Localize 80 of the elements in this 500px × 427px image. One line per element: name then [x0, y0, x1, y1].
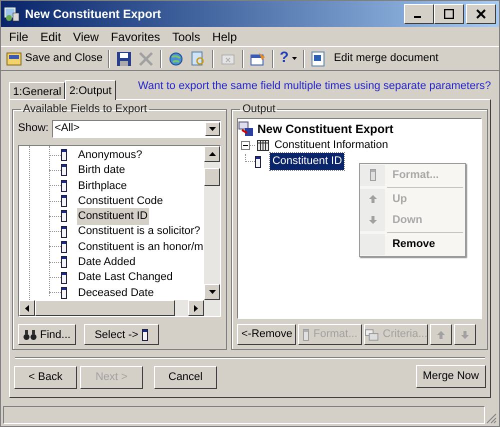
table-icon: [257, 140, 270, 151]
group-title: Output: [241, 102, 276, 117]
resize-grip-icon[interactable]: [485, 412, 497, 424]
field-icon: [142, 328, 148, 341]
tree-item[interactable]: Constituent ID: [270, 153, 344, 170]
field-icon: [61, 180, 67, 192]
find-button[interactable]: Find...: [18, 324, 76, 346]
field-item[interactable]: Deceased Date: [77, 284, 155, 300]
scroll-down-icon: [208, 290, 216, 294]
field-icon: [61, 149, 67, 162]
collapse-icon[interactable]: [241, 141, 250, 150]
menu-item[interactable]: Remove: [360, 234, 466, 254]
merge-now-button[interactable]: Merge Now: [416, 364, 486, 388]
up-arrow-icon: [368, 194, 378, 204]
field-icon: [61, 272, 67, 284]
group-title: Available Fields to Export: [22, 102, 148, 117]
horizontal-scrollbar[interactable]: [19, 300, 220, 316]
menu-item[interactable]: Help: [206, 28, 243, 46]
tab[interactable]: 1:General: [9, 82, 66, 99]
export-name[interactable]: New Constituent Export: [257, 120, 394, 138]
field-item[interactable]: Birthplace: [77, 178, 128, 194]
field-icon: [61, 210, 67, 222]
field-icon: [61, 240, 67, 253]
word-document-icon: [310, 50, 326, 66]
down-arrow-icon: [368, 215, 378, 225]
back-button[interactable]: < Back: [14, 366, 77, 389]
menu-item[interactable]: Favorites: [104, 28, 166, 46]
vertical-scrollbar[interactable]: [204, 146, 220, 300]
field-icon: [303, 328, 310, 340]
field-icon: [61, 195, 67, 208]
hint-link[interactable]: Want to export the same field multiple times using separate parameters?: [138, 78, 491, 94]
field-item[interactable]: Anonymous?: [77, 146, 144, 164]
remove-button[interactable]: <-Remove: [237, 324, 296, 345]
export-icon: [238, 120, 254, 136]
minimize-icon: [414, 16, 424, 18]
binoculars-icon: [23, 328, 37, 341]
scroll-right-icon: [194, 304, 198, 312]
help-button[interactable]: ?: [278, 47, 299, 70]
menu-item[interactable]: View: [67, 28, 105, 46]
cancel-button[interactable]: Cancel: [154, 366, 217, 389]
scroll-left-icon: [25, 304, 29, 312]
field-item[interactable]: Constituent Code: [77, 192, 164, 210]
windows-icon: [365, 328, 379, 340]
minimize-button[interactable]: [404, 4, 434, 24]
field-icon: [61, 226, 67, 238]
field-item[interactable]: Date Last Changed: [77, 269, 174, 286]
dropdown-icon: [209, 126, 216, 130]
window-title: New Constituent Export: [25, 6, 162, 23]
field-item[interactable]: Constituent ID: [77, 208, 149, 225]
save-and-close-button[interactable]: Save and Close: [5, 50, 104, 67]
maximize-icon: [444, 9, 454, 19]
field-item[interactable]: Constituent is a solicitor?: [77, 223, 202, 240]
app-icon: [4, 6, 20, 22]
field-icon: [61, 164, 67, 176]
menu-item[interactable]: Edit: [34, 28, 68, 46]
select-button[interactable]: Select ->: [84, 324, 160, 346]
field-item[interactable]: Birth date: [77, 162, 126, 179]
up-arrow-icon: [436, 330, 446, 340]
dropdown-icon: [292, 57, 297, 60]
show-dropdown[interactable]: <All>: [52, 120, 222, 138]
scrollbar-thumb[interactable]: [204, 168, 220, 186]
show-label: Show:: [18, 121, 49, 136]
edit-merge-document-button[interactable]: Edit merge document: [308, 50, 440, 67]
field-item[interactable]: Date Added: [77, 254, 136, 270]
tab[interactable]: 2:Output: [65, 80, 116, 100]
close-icon: [476, 9, 486, 19]
tree-group-label[interactable]: Constituent Information: [274, 137, 388, 154]
menu-item[interactable]: Tools: [166, 28, 206, 46]
save-icon: [6, 50, 22, 66]
field-icon: [370, 169, 376, 181]
field-icon: [61, 256, 67, 268]
maximize-button[interactable]: [434, 4, 464, 24]
scroll-up-icon: [208, 152, 216, 156]
down-arrow-icon: [460, 330, 470, 340]
menu-item[interactable]: File: [3, 28, 34, 46]
field-icon: [255, 156, 262, 168]
field-item[interactable]: Constituent is an honor/m: [77, 238, 204, 256]
field-icon: [61, 286, 67, 299]
close-button[interactable]: [466, 4, 496, 24]
scrollbar-thumb[interactable]: [35, 300, 175, 316]
